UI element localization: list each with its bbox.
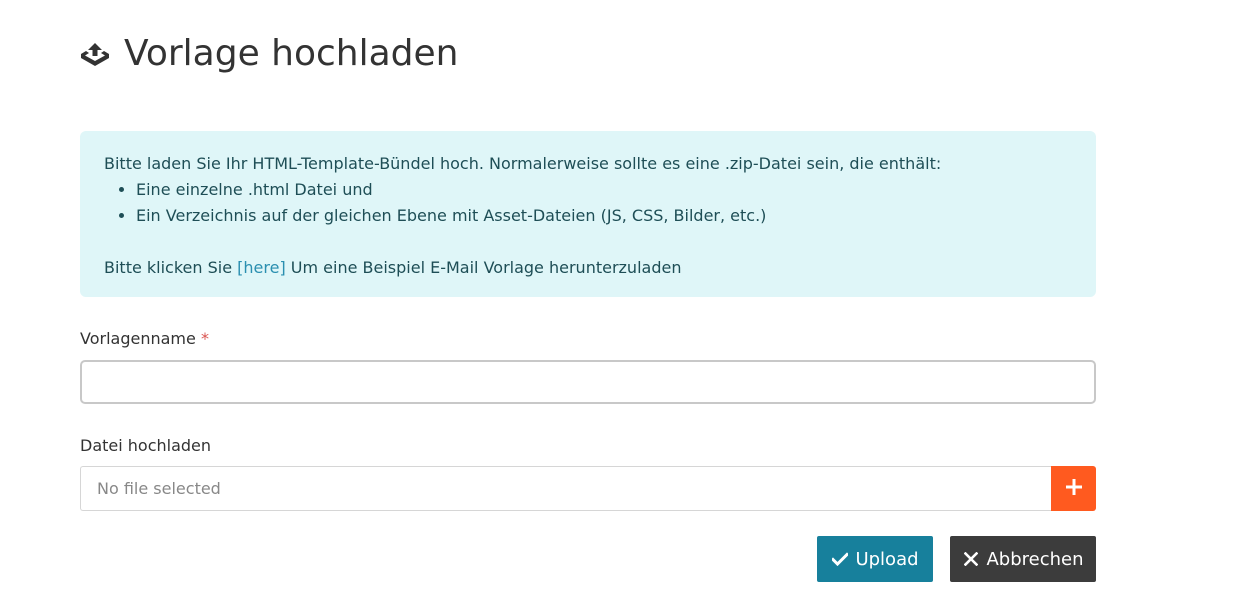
- info-list-item: Ein Verzeichnis auf der gleichen Ebene m…: [136, 203, 1072, 229]
- file-upload-label: Datei hochladen: [80, 436, 212, 455]
- required-marker: *: [200, 329, 209, 348]
- template-name-label-text: Vorlagenname: [80, 329, 196, 348]
- info-intro: Bitte laden Sie Ihr HTML-Template-Bündel…: [104, 154, 942, 173]
- file-upload-field: No file selected: [80, 466, 1096, 511]
- check-icon: [831, 550, 849, 568]
- file-name-display[interactable]: No file selected: [80, 466, 1051, 511]
- info-list: Eine einzelne .html Datei und Ein Verzei…: [104, 177, 1072, 229]
- download-suffix: Um eine Beispiel E-Mail Vorlage herunter…: [285, 258, 682, 277]
- download-prefix: Bitte klicken Sie: [104, 258, 238, 277]
- page-header: Vorlage hochladen: [80, 28, 459, 80]
- info-alert: Bitte laden Sie Ihr HTML-Template-Bündel…: [80, 131, 1096, 297]
- info-list-item: Eine einzelne .html Datei und: [136, 177, 1072, 203]
- page-title: Vorlage hochladen: [124, 33, 459, 74]
- plus-icon: [1065, 478, 1082, 499]
- add-file-button[interactable]: [1051, 466, 1096, 511]
- upload-button[interactable]: Upload: [817, 536, 933, 582]
- template-name-input[interactable]: [80, 360, 1096, 404]
- file-placeholder: No file selected: [97, 479, 221, 498]
- template-name-label: Vorlagenname *: [80, 329, 209, 349]
- download-example-link[interactable]: [here]: [237, 258, 286, 277]
- info-download-line: Bitte klicken Sie [here] Um eine Beispie…: [104, 255, 1072, 281]
- cancel-button[interactable]: Abbrechen: [950, 536, 1096, 582]
- close-icon: [962, 550, 980, 568]
- upload-template-page: Vorlage hochladen Bitte laden Sie Ihr HT…: [0, 0, 1240, 605]
- cancel-button-label: Abbrechen: [986, 548, 1084, 570]
- upload-button-label: Upload: [855, 548, 919, 570]
- upload-tray-icon: [80, 39, 110, 69]
